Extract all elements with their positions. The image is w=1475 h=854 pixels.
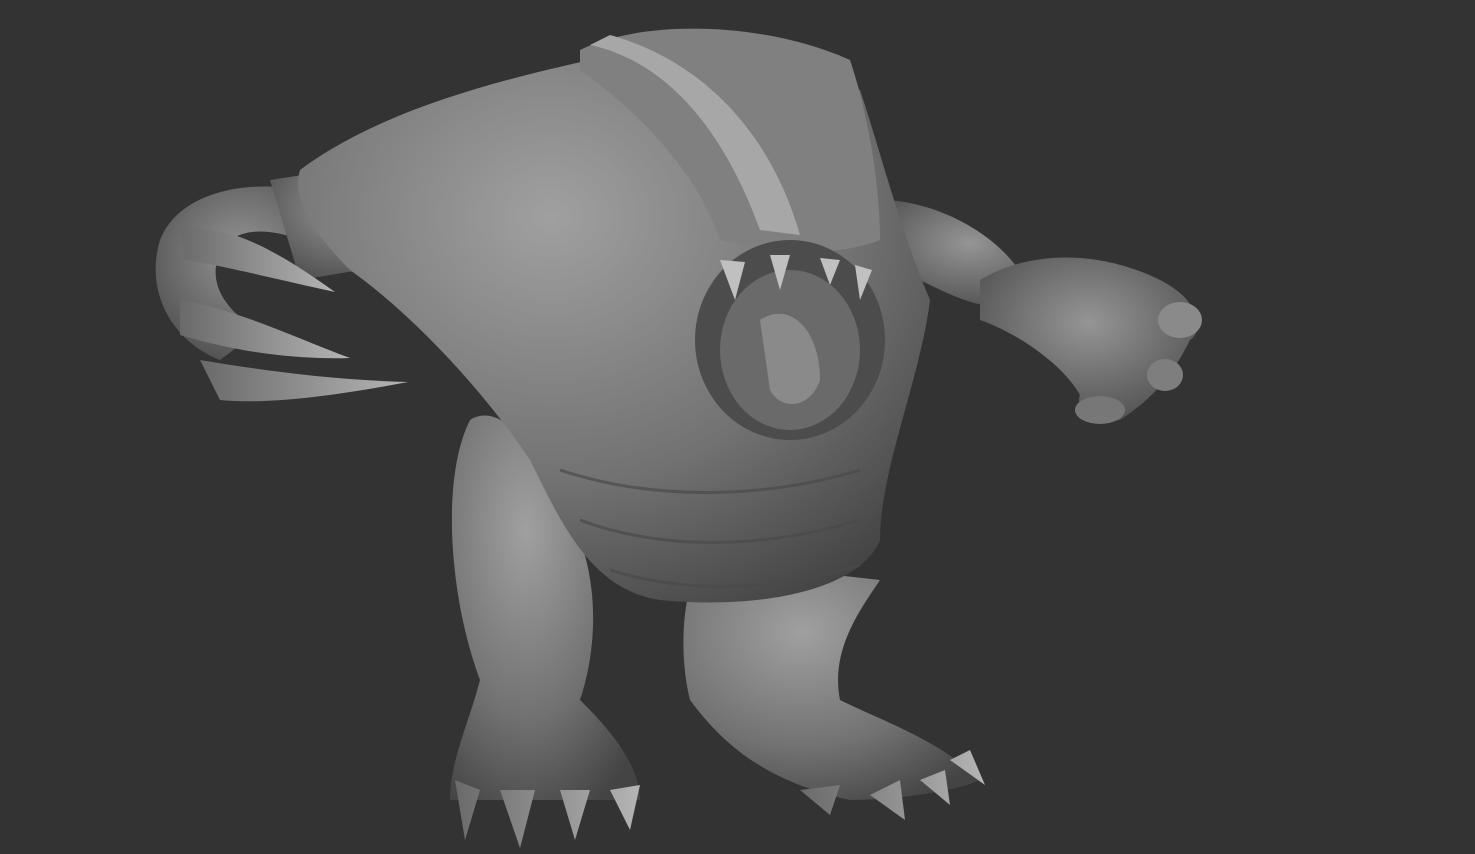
- right-arm: [880, 200, 1202, 424]
- creature-model: [155, 28, 1202, 848]
- 3d-viewport[interactable]: [0, 0, 1475, 854]
- mouth: [695, 240, 885, 440]
